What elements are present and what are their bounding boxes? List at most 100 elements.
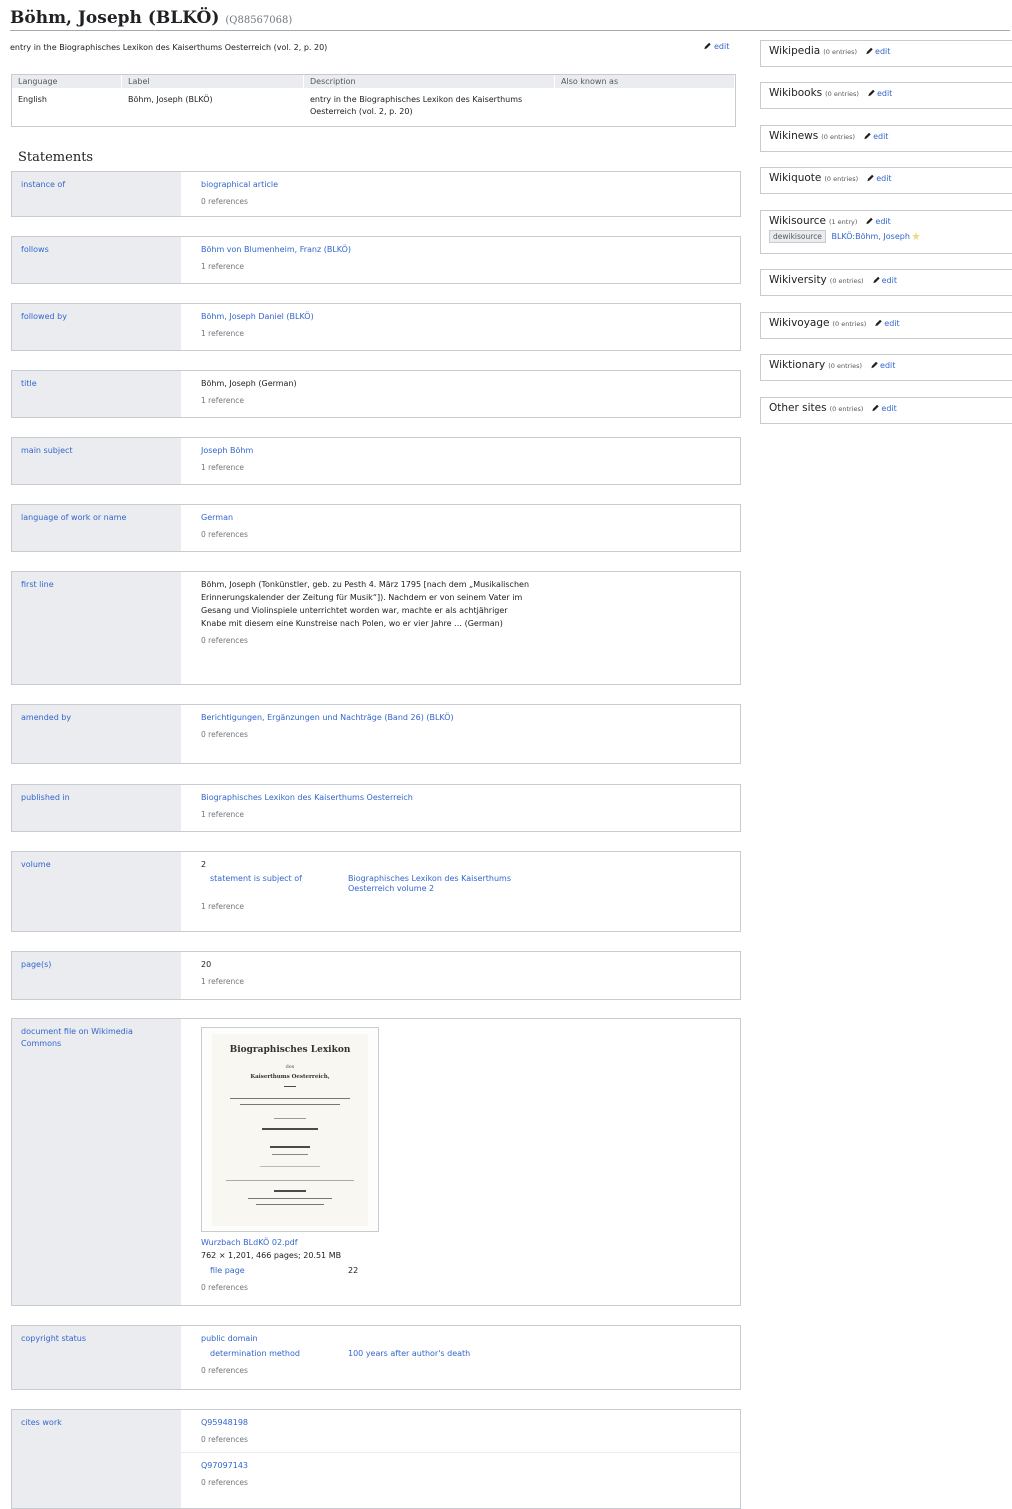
- qualifier: statement is subject of Biographisches L…: [201, 874, 740, 894]
- property-link[interactable]: document file on Wikimedia Commons: [21, 1027, 133, 1048]
- references-toggle[interactable]: 0 references: [201, 634, 530, 647]
- edit-sitelinks-link[interactable]: edit: [874, 319, 900, 328]
- property-link[interactable]: language of work or name: [21, 513, 126, 522]
- sitelink-group-name: Wikibooks: [769, 87, 823, 99]
- sitelinks-wikiversity: Wikiversity (0 entries) edit: [760, 269, 1012, 296]
- site-id-badge: dewikisource: [769, 230, 826, 243]
- sitelink-count: (1 entry): [828, 218, 858, 226]
- references-toggle[interactable]: 0 references: [201, 1433, 740, 1446]
- sitelink-count: (0 entries): [824, 175, 859, 183]
- term-aliases: [555, 94, 735, 118]
- statements-heading: Statements: [18, 150, 94, 165]
- qualifier-value-link[interactable]: Biographisches Lexikon des Kaiserthums O…: [348, 874, 518, 894]
- value-link[interactable]: Biographisches Lexikon des Kaiserthums O…: [201, 793, 413, 802]
- col-description: Description: [304, 75, 555, 88]
- file-name-link[interactable]: Wurzbach BLdKÖ 02.pdf: [201, 1236, 740, 1249]
- edit-sitelinks-link[interactable]: edit: [866, 174, 892, 183]
- sitelink-group-name: Wiktionary: [769, 359, 826, 371]
- property-link[interactable]: cites work: [21, 1418, 62, 1427]
- property-link[interactable]: amended by: [21, 713, 71, 722]
- sitelink-count: (0 entries): [829, 405, 864, 413]
- property-link[interactable]: title: [21, 379, 37, 388]
- value-text: Böhm, Joseph (Tonkünstler, geb. zu Pesth…: [201, 580, 530, 628]
- qualifier: file page 22: [201, 1264, 740, 1277]
- sitelinks-wikiquote: Wikiquote (0 entries) edit: [760, 167, 1012, 194]
- property-link[interactable]: published in: [21, 793, 70, 802]
- property-link[interactable]: volume: [21, 860, 51, 869]
- col-aliases: Also known as: [555, 75, 735, 88]
- references-toggle[interactable]: 1 reference: [201, 975, 740, 988]
- references-toggle[interactable]: 0 references: [201, 195, 740, 208]
- term-description: entry in the Biographisches Lexikon des …: [310, 95, 523, 116]
- value-text: 2: [201, 860, 207, 869]
- sitelink-page-link[interactable]: BLKÖ:Böhm, Joseph: [831, 232, 909, 241]
- value-link-2[interactable]: Q97097143: [201, 1461, 248, 1470]
- value-link[interactable]: biographical article: [201, 180, 278, 189]
- terms-table: Language Label Description Also known as…: [11, 74, 736, 127]
- property-link[interactable]: copyright status: [21, 1334, 86, 1343]
- statement-instance-of: instance of biographical article 0 refere…: [11, 171, 741, 217]
- references-toggle[interactable]: 1 reference: [201, 808, 740, 821]
- property-link[interactable]: first line: [21, 580, 54, 589]
- file-info: 762 × 1,201, 466 pages; 20.51 MB: [201, 1251, 342, 1260]
- references-toggle[interactable]: 0 references: [201, 728, 500, 741]
- document-thumbnail[interactable]: Biographisches Lexikon des Kaiserthums O…: [201, 1027, 379, 1232]
- edit-sitelinks-link[interactable]: edit: [865, 217, 891, 226]
- sitelink-count: (0 entries): [821, 133, 856, 141]
- sitelinks-wiktionary: Wiktionary (0 entries) edit: [760, 354, 1012, 381]
- qualifier-property-link[interactable]: file page: [201, 1264, 348, 1277]
- edit-sitelinks-link[interactable]: edit: [863, 132, 888, 141]
- references-toggle[interactable]: 0 references: [201, 1281, 740, 1294]
- edit-sitelinks-link[interactable]: edit: [870, 361, 895, 370]
- sitelink-group-name: Wikivoyage: [769, 317, 830, 329]
- sitelinks-wikibooks: Wikibooks (0 entries) edit: [760, 82, 1012, 109]
- edit-sitelinks-link[interactable]: edit: [865, 47, 890, 56]
- sitelink-count: (0 entries): [832, 320, 867, 328]
- references-toggle[interactable]: 0 references: [201, 528, 740, 541]
- statement-language: language of work or name German 0 referen…: [11, 504, 741, 552]
- value-link[interactable]: public domain: [201, 1334, 258, 1343]
- value-link[interactable]: Böhm, Joseph Daniel (BLKÖ): [201, 312, 314, 321]
- references-toggle-2[interactable]: 0 references: [201, 1476, 740, 1489]
- qualifier: determination method 100 years after aut…: [201, 1347, 740, 1360]
- property-link[interactable]: main subject: [21, 446, 73, 455]
- references-toggle[interactable]: 1 reference: [201, 461, 740, 474]
- value-link[interactable]: Q95948198: [201, 1418, 248, 1427]
- value-link[interactable]: Joseph Böhm: [201, 446, 253, 455]
- references-toggle[interactable]: 1 reference: [201, 394, 740, 407]
- statement-volume: volume 2 statement is subject of Biograp…: [11, 851, 741, 932]
- property-link[interactable]: followed by: [21, 312, 67, 321]
- statement-followed-by: followed by Böhm, Joseph Daniel (BLKÖ) 1 …: [11, 303, 741, 351]
- qualifier-property-link[interactable]: statement is subject of: [201, 874, 348, 894]
- edit-sitelinks-link[interactable]: edit: [871, 404, 897, 413]
- item-description: entry in the Biographisches Lexikon des …: [10, 43, 328, 52]
- sitelink-count: (0 entries): [829, 277, 864, 285]
- pencil-icon: [866, 217, 874, 225]
- qualifier-value: 22: [348, 1266, 359, 1275]
- references-toggle[interactable]: 0 references: [201, 1364, 740, 1377]
- references-toggle[interactable]: 1 reference: [201, 260, 740, 273]
- property-link[interactable]: page(s): [21, 960, 51, 969]
- value-link[interactable]: Berichtigungen, Ergänzungen und Nachträg…: [201, 713, 454, 722]
- sitelink-group-name: Other sites: [769, 402, 827, 414]
- col-language: Language: [12, 75, 122, 88]
- statement-pages: page(s) 20 1 reference: [11, 951, 741, 1000]
- page-header: Böhm, Joseph (BLKÖ) (Q88567068): [10, 8, 1010, 31]
- value-link[interactable]: Böhm von Blumenheim, Franz (BLKÖ): [201, 245, 351, 254]
- pencil-icon: [872, 404, 880, 412]
- qualifier-value-link[interactable]: 100 years after author's death: [348, 1347, 568, 1360]
- property-link[interactable]: follows: [21, 245, 49, 254]
- references-toggle[interactable]: 1 reference: [201, 327, 740, 340]
- edit-description-link[interactable]: edit: [703, 42, 729, 51]
- references-toggle[interactable]: 1 reference: [201, 900, 740, 913]
- edit-sitelinks-link[interactable]: edit: [867, 89, 892, 98]
- sitelink-count: (0 entries): [825, 90, 859, 98]
- property-link[interactable]: instance of: [21, 180, 65, 189]
- edit-label: edit: [880, 361, 896, 370]
- qualifier-property-link[interactable]: determination method: [201, 1347, 348, 1360]
- sitelinks-wikisource: Wikisource (1 entry) edit dewikisource BLK…: [760, 210, 1012, 254]
- edit-sitelinks-link[interactable]: edit: [872, 276, 897, 285]
- value-link[interactable]: German: [201, 513, 233, 522]
- pencil-icon: [704, 42, 711, 50]
- sitelink-row: dewikisource BLKÖ:Böhm, Joseph: [769, 230, 1012, 243]
